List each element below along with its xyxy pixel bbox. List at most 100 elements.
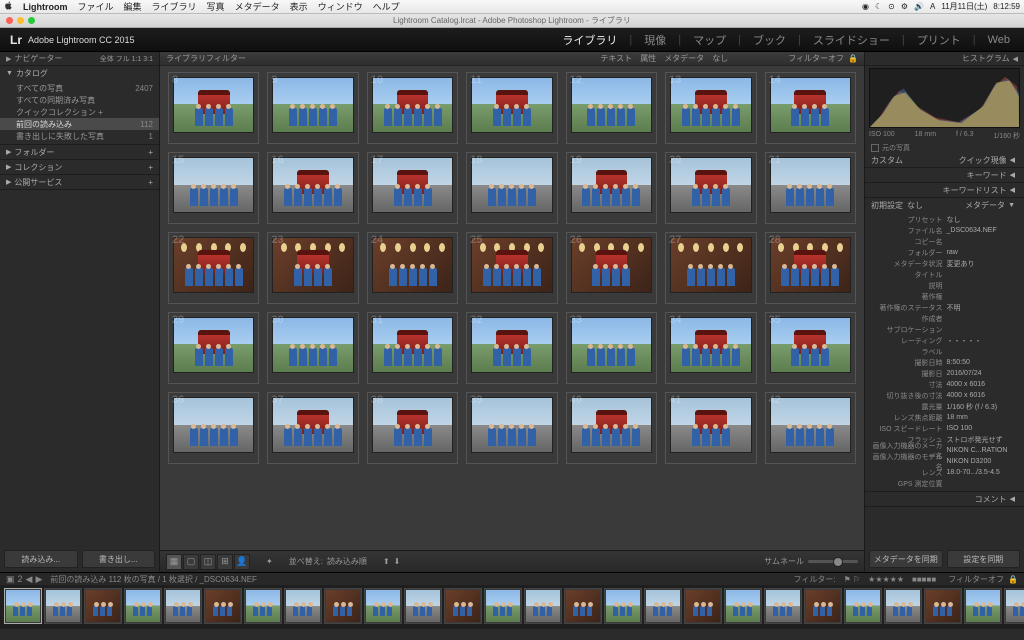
menu-photo[interactable]: 写真 [207,0,225,13]
metadata-value[interactable]: 4000 x 6016 [947,392,1019,399]
plus-icon[interactable]: + [148,163,153,172]
volume-icon[interactable]: 🔊 [914,2,924,11]
monitor2-icon[interactable]: 2 [18,574,23,585]
filmstrip-thumbnail[interactable] [844,588,882,624]
flag-filter-icon[interactable]: ⚑ ⚐ [844,575,861,584]
catalog-item[interactable]: 前回の読み込み112 [0,118,159,130]
grid-thumbnail[interactable]: 18 [466,152,557,224]
monitor-icon[interactable]: ▣ [6,574,15,585]
metadata-value[interactable]: 2016/07/24 [947,370,1019,377]
sync-meta-button[interactable]: メタデータを同期 [869,550,943,568]
metadata-value[interactable]: 変更あり [947,259,1019,269]
menu-metadata[interactable]: メタデータ [235,0,280,13]
grid-thumbnail[interactable]: 19 [566,152,657,224]
filmstrip-filter-off[interactable]: フィルターオフ [948,574,1004,585]
color-filter[interactable]: ■■■■■ [912,575,936,584]
grid-thumbnail[interactable]: 27 [665,232,756,304]
filmstrip-thumbnail[interactable] [4,588,42,624]
grid-thumbnail[interactable]: 12 [566,72,657,144]
filmstrip-thumbnail[interactable] [484,588,522,624]
grid-thumbnail[interactable]: 36 [168,392,259,464]
grid-thumbnail[interactable]: 29 [168,312,259,384]
module-book[interactable]: ブック [749,32,790,48]
keywords-header[interactable]: キーワード◀ [865,168,1024,182]
grid-thumbnail[interactable]: 17 [367,152,458,224]
menubar-time[interactable]: 8:12:59 [993,2,1020,11]
close-button[interactable] [6,17,13,24]
comments-header[interactable]: コメント◀ [865,492,1024,506]
thumbnail-size-slider[interactable] [808,560,858,563]
grid-thumbnail[interactable]: 32 [466,312,557,384]
loupe-view-icon[interactable]: ▢ [183,554,199,570]
metadata-value[interactable]: NIKON C...RATION [947,447,1019,454]
lock-icon[interactable]: 🔒 [848,54,858,63]
plus-icon[interactable]: + [148,178,153,187]
module-print[interactable]: プリント [913,32,965,48]
filter-text[interactable]: テキスト [600,53,632,64]
grid-thumbnail[interactable]: 42 [765,392,856,464]
sync-settings-button[interactable]: 設定を同期 [947,550,1021,568]
sort-asc-icon[interactable]: ⬆ [383,557,390,566]
menubar-date[interactable]: 11月11日(土) [941,1,987,12]
grid-thumbnail[interactable]: 22 [168,232,259,304]
lock-icon[interactable]: 🔒 [1008,575,1018,584]
metadata-value[interactable]: ・・・・・ [947,336,1019,346]
grid-thumbnail[interactable]: 31 [367,312,458,384]
module-web[interactable]: Web [984,34,1014,46]
zoom-button[interactable] [28,17,35,24]
filmstrip-thumbnail[interactable] [204,588,242,624]
rating-filter[interactable]: ★★★★★ [868,575,904,584]
catalog-item[interactable]: 書き出しに失敗した写真1 [0,130,159,142]
histogram-header[interactable]: ヒストグラム ◀ [865,52,1024,66]
filmstrip-thumbnail[interactable] [564,588,602,624]
filmstrip-thumbnail[interactable] [604,588,642,624]
navigator-opts[interactable]: 全体 フル 1:1 3:1 [100,54,153,64]
filmstrip-thumbnail[interactable] [124,588,162,624]
filmstrip-thumbnail[interactable] [44,588,82,624]
status-icon[interactable]: ⊙ [888,2,895,11]
collections-header[interactable]: ▶コレクション+ [0,160,159,174]
filmstrip-thumbnail[interactable] [404,588,442,624]
metadata-value[interactable]: _DSC0634.NEF [947,227,1019,234]
grid-thumbnail[interactable]: 8 [168,72,259,144]
quickdev-header[interactable]: カスタムクイック現像◀ [865,153,1024,167]
grid-thumbnail[interactable]: 39 [466,392,557,464]
metadata-value[interactable]: なし [947,215,1019,225]
grid-view-icon[interactable]: ▦ [166,554,182,570]
thumbnail-grid[interactable]: 8910111213141516171819202122232425262728… [160,66,864,550]
filmstrip-thumbnail[interactable] [644,588,682,624]
menubar-app[interactable]: Lightroom [23,2,68,12]
grid-thumbnail[interactable]: 34 [665,312,756,384]
metadata-value[interactable]: raw [947,249,1019,256]
filmstrip-thumbnail[interactable] [164,588,202,624]
grid-thumbnail[interactable]: 25 [466,232,557,304]
sort-desc-icon[interactable]: ⬇ [394,557,401,566]
navigator-header[interactable]: ▶ ナビゲーター 全体 フル 1:1 3:1 [0,52,159,66]
original-checkbox[interactable] [871,144,879,152]
metadata-value[interactable]: ストロボ発光せず [947,435,1019,445]
catalog-item[interactable]: クイックコレクション + [0,106,159,118]
metadata-value[interactable]: 8:50:50 [947,359,1019,366]
catalog-header[interactable]: ▼ カタログ [0,66,159,80]
sort-value[interactable]: 読み込み順 [327,556,367,567]
metadata-value[interactable]: 4000 x 6016 [947,381,1019,388]
metadata-value[interactable]: NIKON D3200 [947,458,1019,465]
module-library[interactable]: ライブラリ [558,32,621,48]
metadata-value[interactable]: 不明 [947,303,1019,313]
module-slideshow[interactable]: スライドショー [809,32,894,48]
filmstrip-thumbnail[interactable] [884,588,922,624]
wifi-icon[interactable]: ⚙ [901,2,908,11]
grid-thumbnail[interactable]: 9 [267,72,358,144]
grid-thumbnail[interactable]: 26 [566,232,657,304]
survey-view-icon[interactable]: ⊞ [217,554,233,570]
metadata-value[interactable]: 18.0-70.../3.5-4.5 [947,469,1019,476]
filmstrip-thumbnail[interactable] [804,588,842,624]
histogram-display[interactable] [869,68,1020,128]
filmstrip-thumbnail[interactable] [724,588,762,624]
grid-thumbnail[interactable]: 11 [466,72,557,144]
nav-back-icon[interactable]: ◀ [26,574,33,585]
menu-window[interactable]: ウィンドウ [318,0,363,13]
publish-header[interactable]: ▶公開サービス+ [0,175,159,189]
filmstrip[interactable] [0,585,1024,629]
grid-thumbnail[interactable]: 38 [367,392,458,464]
